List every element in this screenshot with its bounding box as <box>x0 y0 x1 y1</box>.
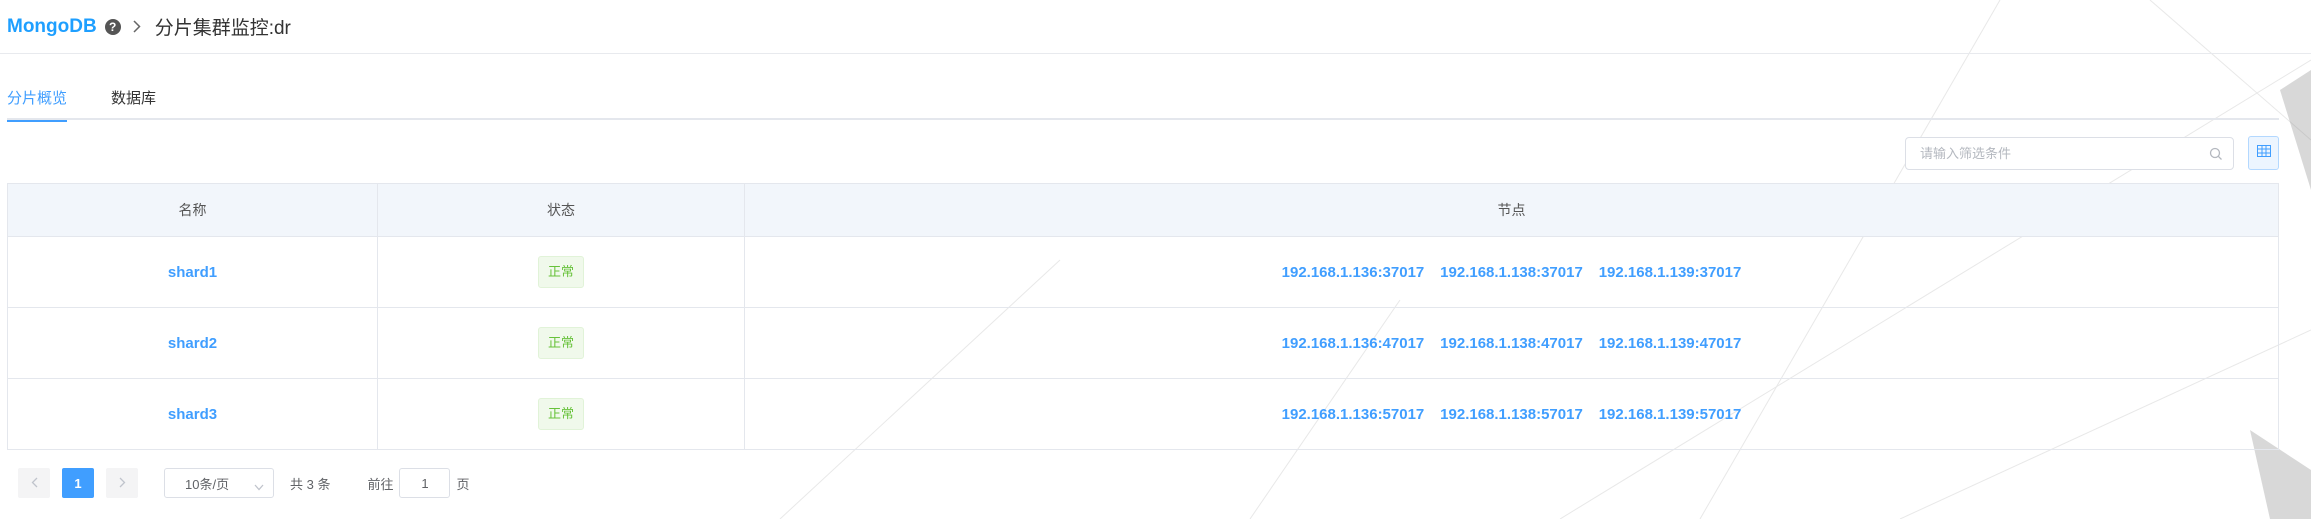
table-header-row: 名称 状态 节点 <box>7 183 2279 237</box>
node-link[interactable]: 192.168.1.136:57017 <box>1282 406 1425 423</box>
shard-name-link[interactable]: shard3 <box>168 406 217 423</box>
node-link[interactable]: 192.168.1.138:47017 <box>1440 335 1583 352</box>
breadcrumb-brand-link[interactable]: MongoDB <box>7 16 97 38</box>
node-link[interactable]: 192.168.1.136:47017 <box>1282 335 1425 352</box>
search-box <box>1905 137 2234 170</box>
table-row: shard2 正常 192.168.1.136:47017 192.168.1.… <box>7 307 2279 379</box>
next-page-button[interactable] <box>106 468 138 498</box>
table-icon <box>2256 144 2271 162</box>
help-icon[interactable]: ? <box>104 18 121 35</box>
column-header-status[interactable]: 状态 <box>377 183 745 237</box>
page-size-value: 10条/页 <box>185 476 230 492</box>
tab-shard-overview[interactable]: 分片概览 <box>7 80 68 122</box>
tab-databases[interactable]: 数据库 <box>111 80 156 120</box>
status-badge: 正常 <box>537 327 584 359</box>
prev-page-button[interactable] <box>18 468 50 498</box>
goto-label: 前往 <box>367 476 394 492</box>
page-number-button[interactable]: 1 <box>62 468 94 498</box>
chevron-right-icon <box>119 476 126 491</box>
page-suffix: 页 <box>456 476 470 492</box>
node-link[interactable]: 192.168.1.138:37017 <box>1440 264 1583 281</box>
column-header-name[interactable]: 名称 <box>7 183 378 237</box>
node-link[interactable]: 192.168.1.138:57017 <box>1440 406 1583 423</box>
page-header: MongoDB ? 分片集群监控:dr <box>0 0 2311 54</box>
shard-name-link[interactable]: shard1 <box>168 264 217 281</box>
table-row: shard3 正常 192.168.1.136:57017 192.168.1.… <box>7 378 2279 450</box>
chevron-right-icon <box>133 20 141 33</box>
page-size-select[interactable]: 10条/页 <box>164 468 274 498</box>
status-badge: 正常 <box>537 398 584 430</box>
table-row: shard1 正常 192.168.1.136:37017 192.168.1.… <box>7 236 2279 308</box>
node-link[interactable]: 192.168.1.139:47017 <box>1599 335 1742 352</box>
table-view-toggle-button[interactable] <box>2248 136 2279 170</box>
breadcrumb-current: 分片集群监控:dr <box>154 18 291 39</box>
total-count: 共 3 条 <box>290 476 331 492</box>
node-link[interactable]: 192.168.1.139:57017 <box>1599 406 1742 423</box>
node-link[interactable]: 192.168.1.139:37017 <box>1599 264 1742 281</box>
column-header-nodes[interactable]: 节点 <box>744 183 2279 237</box>
goto-page-input[interactable] <box>399 468 451 498</box>
search-input[interactable] <box>1920 146 2200 161</box>
shard-table: 名称 状态 节点 shard1 正常 192.168.1.136:37017 1… <box>7 183 2279 450</box>
search-icon[interactable] <box>2209 147 2223 166</box>
tab-bar: 分片概览 数据库 <box>7 80 2279 122</box>
pagination: 1 10条/页 共 3 条 前往 页 <box>18 467 470 499</box>
chevron-down-icon <box>254 479 264 494</box>
shard-name-link[interactable]: shard2 <box>168 335 217 352</box>
node-link[interactable]: 192.168.1.136:37017 <box>1282 264 1425 281</box>
chevron-left-icon <box>31 476 38 491</box>
status-badge: 正常 <box>537 256 584 288</box>
